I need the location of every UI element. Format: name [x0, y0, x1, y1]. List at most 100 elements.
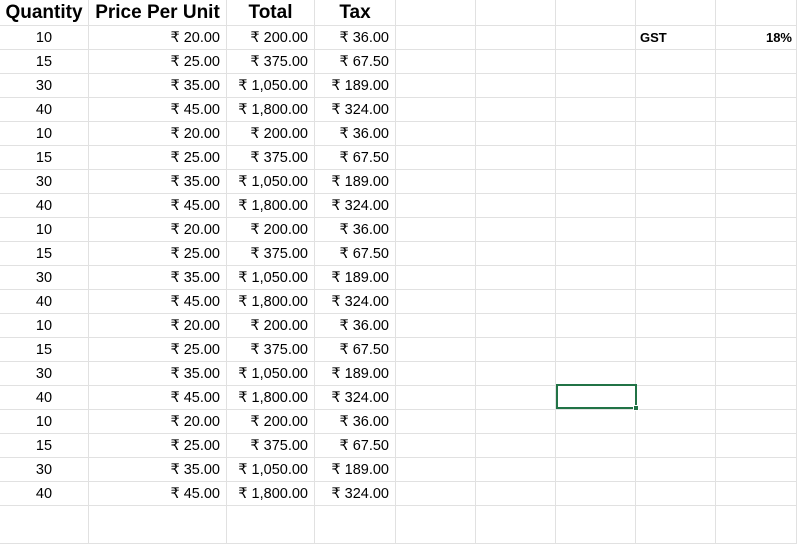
empty-cell[interactable]	[636, 122, 716, 146]
empty-cell[interactable]	[476, 338, 556, 362]
empty-cell[interactable]	[716, 458, 797, 482]
empty-cell[interactable]	[636, 242, 716, 266]
empty-cell[interactable]	[716, 146, 797, 170]
cell-tax[interactable]: ₹ 36.00	[315, 26, 396, 50]
cell-price-per-unit[interactable]: ₹ 25.00	[89, 146, 227, 170]
empty-cell[interactable]	[476, 290, 556, 314]
cell-quantity[interactable]: 10	[0, 410, 89, 434]
empty-cell[interactable]	[396, 458, 476, 482]
empty-cell[interactable]	[396, 146, 476, 170]
empty-cell[interactable]	[556, 362, 636, 386]
empty-cell[interactable]	[396, 434, 476, 458]
cell-tax[interactable]: ₹ 36.00	[315, 314, 396, 338]
cell-total[interactable]: ₹ 1,800.00	[227, 482, 315, 506]
empty-cell[interactable]	[476, 458, 556, 482]
empty-cell[interactable]	[636, 218, 716, 242]
cell-price-per-unit[interactable]: ₹ 45.00	[89, 194, 227, 218]
cell-price-per-unit[interactable]: ₹ 20.00	[89, 26, 227, 50]
empty-cell[interactable]	[716, 170, 797, 194]
empty-cell[interactable]	[636, 74, 716, 98]
empty-cell[interactable]	[636, 386, 716, 410]
empty-cell[interactable]	[556, 338, 636, 362]
empty-cell[interactable]	[556, 266, 636, 290]
cell-tax[interactable]: ₹ 67.50	[315, 434, 396, 458]
cell-price-per-unit[interactable]: ₹ 25.00	[89, 242, 227, 266]
empty-cell[interactable]	[476, 146, 556, 170]
cell-total[interactable]: ₹ 200.00	[227, 122, 315, 146]
empty-cell[interactable]	[476, 386, 556, 410]
empty-cell[interactable]	[396, 410, 476, 434]
empty-cell[interactable]	[716, 0, 797, 26]
empty-cell[interactable]	[396, 290, 476, 314]
empty-cell[interactable]	[636, 338, 716, 362]
empty-cell[interactable]	[716, 290, 797, 314]
header-quantity[interactable]: Quantity	[0, 0, 89, 26]
cell-quantity[interactable]: 15	[0, 146, 89, 170]
empty-cell[interactable]	[89, 506, 227, 544]
cell-tax[interactable]: ₹ 189.00	[315, 458, 396, 482]
empty-cell[interactable]	[556, 410, 636, 434]
empty-cell[interactable]	[636, 0, 716, 26]
cell-total[interactable]: ₹ 1,050.00	[227, 362, 315, 386]
cell-quantity[interactable]: 40	[0, 194, 89, 218]
empty-cell[interactable]	[716, 242, 797, 266]
empty-cell[interactable]	[396, 314, 476, 338]
empty-cell[interactable]	[556, 290, 636, 314]
cell-tax[interactable]: ₹ 36.00	[315, 122, 396, 146]
empty-cell[interactable]	[476, 170, 556, 194]
cell-total[interactable]: ₹ 375.00	[227, 434, 315, 458]
cell-price-per-unit[interactable]: ₹ 45.00	[89, 386, 227, 410]
empty-cell[interactable]	[636, 362, 716, 386]
empty-cell[interactable]	[476, 362, 556, 386]
cell-quantity[interactable]: 15	[0, 50, 89, 74]
empty-cell[interactable]	[396, 266, 476, 290]
empty-cell[interactable]	[716, 218, 797, 242]
empty-cell[interactable]	[716, 482, 797, 506]
cell-quantity[interactable]: 30	[0, 170, 89, 194]
cell-tax[interactable]: ₹ 324.00	[315, 482, 396, 506]
cell-quantity[interactable]: 40	[0, 482, 89, 506]
cell-quantity[interactable]: 10	[0, 314, 89, 338]
cell-total[interactable]: ₹ 375.00	[227, 242, 315, 266]
empty-cell[interactable]	[556, 458, 636, 482]
cell-price-per-unit[interactable]: ₹ 20.00	[89, 410, 227, 434]
cell-price-per-unit[interactable]: ₹ 35.00	[89, 170, 227, 194]
cell-tax[interactable]: ₹ 324.00	[315, 290, 396, 314]
empty-cell[interactable]	[315, 506, 396, 544]
cell-price-per-unit[interactable]: ₹ 25.00	[89, 50, 227, 74]
cell-total[interactable]: ₹ 1,800.00	[227, 194, 315, 218]
empty-cell[interactable]	[556, 0, 636, 26]
cell-total[interactable]: ₹ 375.00	[227, 50, 315, 74]
empty-cell[interactable]	[716, 362, 797, 386]
empty-cell[interactable]	[556, 170, 636, 194]
empty-cell[interactable]	[636, 314, 716, 338]
empty-cell[interactable]	[476, 242, 556, 266]
empty-cell[interactable]	[556, 50, 636, 74]
empty-cell[interactable]	[476, 314, 556, 338]
empty-cell[interactable]	[396, 98, 476, 122]
empty-cell[interactable]	[636, 482, 716, 506]
cell-quantity[interactable]: 30	[0, 266, 89, 290]
empty-cell[interactable]	[556, 482, 636, 506]
cell-tax[interactable]: ₹ 189.00	[315, 266, 396, 290]
empty-cell[interactable]	[556, 146, 636, 170]
empty-cell[interactable]	[636, 506, 716, 544]
cell-price-per-unit[interactable]: ₹ 45.00	[89, 482, 227, 506]
cell-total[interactable]: ₹ 200.00	[227, 410, 315, 434]
cell-price-per-unit[interactable]: ₹ 45.00	[89, 98, 227, 122]
empty-cell[interactable]	[396, 26, 476, 50]
empty-cell[interactable]	[396, 218, 476, 242]
empty-cell[interactable]	[476, 0, 556, 26]
empty-cell[interactable]	[636, 170, 716, 194]
cell-total[interactable]: ₹ 375.00	[227, 338, 315, 362]
cell-price-per-unit[interactable]: ₹ 35.00	[89, 458, 227, 482]
empty-cell[interactable]	[556, 314, 636, 338]
empty-cell[interactable]	[556, 122, 636, 146]
empty-cell[interactable]	[636, 458, 716, 482]
cell-total[interactable]: ₹ 200.00	[227, 26, 315, 50]
cell-quantity[interactable]: 10	[0, 122, 89, 146]
empty-cell[interactable]	[396, 74, 476, 98]
cell-tax[interactable]: ₹ 324.00	[315, 386, 396, 410]
empty-cell[interactable]	[396, 482, 476, 506]
empty-cell[interactable]	[476, 74, 556, 98]
